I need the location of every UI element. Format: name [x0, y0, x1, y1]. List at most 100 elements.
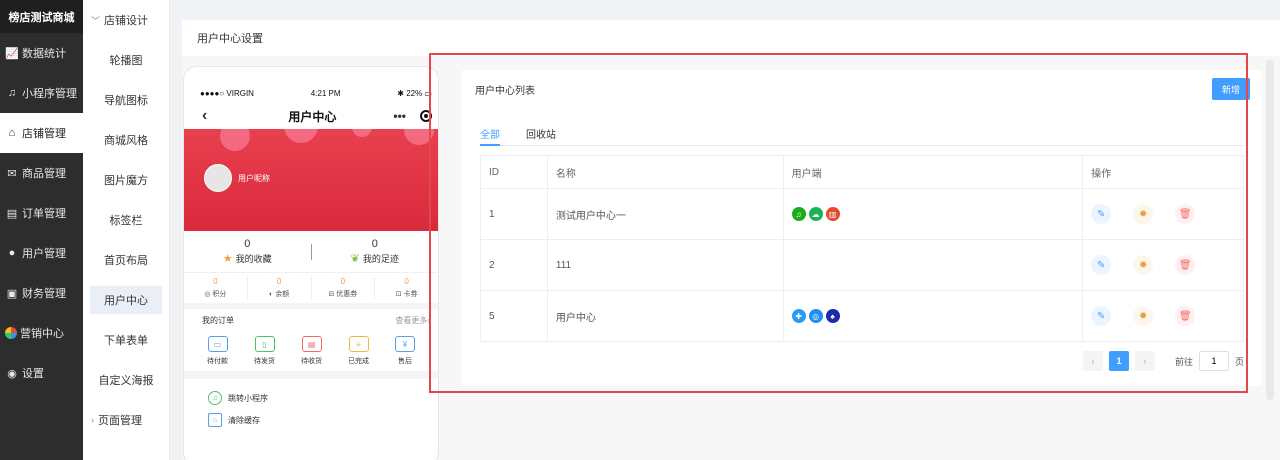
submenu-item-poster[interactable]: 自定义海报: [83, 360, 169, 400]
tab-all[interactable]: 全部: [480, 120, 500, 146]
prev-page-button[interactable]: ‹: [1082, 351, 1103, 371]
phone-status-bar: ●●●●○ VIRGIN 4:21 PM ✱ 22% ▭: [184, 83, 438, 103]
submenu-item-user-center[interactable]: 用户中心: [83, 280, 169, 320]
yen-icon: ¥: [395, 336, 415, 352]
cell-clients: ♫ ☁ ▥: [784, 189, 1084, 239]
nav-item-goods[interactable]: ✉ 商品管理: [0, 153, 83, 193]
miniprogram-icon: ♫: [7, 87, 17, 99]
asset-points[interactable]: 0 ◎ 积分: [184, 277, 248, 299]
phone-preview: ●●●●○ VIRGIN 4:21 PM ✱ 22% ▭ ‹ 用户中心 ••• …: [183, 66, 439, 460]
nav-item-orders[interactable]: ▤ 订单管理: [0, 193, 83, 233]
stat-footprint[interactable]: 0 ❦ 我的足迹: [312, 238, 439, 265]
asset-value: 0: [404, 277, 409, 286]
close-target-icon[interactable]: [419, 110, 432, 122]
order-pending-receipt[interactable]: ▤ 待收货: [301, 336, 322, 366]
submenu-group-pages[interactable]: › 页面管理: [83, 400, 169, 440]
footprint-icon: ❦: [350, 253, 360, 265]
cell-clients: ✚ ◎ ♠: [784, 291, 1084, 341]
delete-button[interactable]: 🗑: [1175, 204, 1196, 224]
submenu-item-banner[interactable]: 轮播图: [83, 40, 169, 80]
settings-button[interactable]: ✹: [1133, 255, 1154, 275]
avatar[interactable]: [204, 164, 232, 192]
tab-recycle-bin[interactable]: 回收站: [526, 120, 556, 145]
nav-item-settings[interactable]: ◉ 设置: [0, 353, 83, 393]
cell-clients: [784, 240, 1084, 290]
brand-name[interactable]: 榜店测试商城: [0, 0, 83, 33]
submenu-item-label: 标签栏: [109, 215, 143, 227]
asset-coupons[interactable]: 0 ⊟ 优惠券: [312, 277, 376, 299]
delete-button[interactable]: 🗑: [1175, 306, 1196, 326]
edit-button[interactable]: ✎: [1091, 204, 1112, 224]
miniprogram-icon: ♫: [791, 207, 806, 221]
nav-label: 设置: [22, 368, 44, 380]
cell-actions: ✎ ✹ 🗑: [1083, 240, 1244, 290]
card-icon: ⊡: [395, 291, 404, 298]
decor-bubble: [284, 129, 318, 143]
settings-icon: ◉: [7, 367, 17, 380]
order-completed[interactable]: ≡ 已完成: [348, 336, 369, 366]
page-number-current[interactable]: 1: [1108, 351, 1129, 371]
order-pending-payment[interactable]: ▭ 待付款: [207, 336, 228, 366]
goto-page-input[interactable]: [1198, 351, 1229, 371]
stat-favorites[interactable]: 0 ★ 我的收藏: [184, 238, 311, 265]
submenu-item-order-form[interactable]: 下单表单: [83, 320, 169, 360]
order-pending-shipment[interactable]: ▯ 待发货: [254, 336, 275, 366]
submenu-group-store-design[interactable]: ﹀ 店铺设计: [83, 0, 169, 40]
settings-button[interactable]: ✹: [1133, 306, 1154, 326]
page-title: 用户中心设置: [197, 33, 263, 45]
edit-button[interactable]: ✎: [1091, 255, 1112, 275]
profile-hero: 用户昵称: [184, 129, 438, 231]
cell-actions: ✎ ✹ 🗑: [1083, 189, 1244, 239]
user-center-table: ID 名称 用户端 操作 1 测试用户中心一 ♫ ☁ ▥ ✎ ✹ 🗑 2 111: [480, 155, 1244, 342]
toutiao-icon: ▥: [825, 207, 840, 221]
orders-title: 我的订单: [202, 315, 234, 325]
nav-label: 财务管理: [22, 288, 66, 300]
page-scrollbar[interactable]: [1266, 60, 1274, 400]
nav-item-marketing[interactable]: 营销中心: [0, 313, 83, 353]
tool-jump-miniprogram[interactable]: ♫ 跳转小程序: [184, 387, 438, 409]
orders-header: 我的订单 查看更多›: [184, 309, 438, 331]
cell-id: 2: [481, 240, 548, 290]
submenu-item-image-cube[interactable]: 图片魔方: [83, 160, 169, 200]
column-header-client: 用户端: [784, 156, 1084, 188]
goto-label: 前往: [1174, 356, 1193, 367]
capsule-menu[interactable]: •••: [393, 109, 432, 123]
order-label: 已完成: [348, 358, 369, 365]
submenu-item-nav-icons[interactable]: 导航图标: [83, 80, 169, 120]
delete-button[interactable]: 🗑: [1175, 255, 1196, 275]
next-page-button[interactable]: ›: [1134, 351, 1155, 371]
orders-more-link[interactable]: 查看更多›: [395, 315, 430, 326]
submenu-item-style[interactable]: 商城风格: [83, 120, 169, 160]
main-sidebar: 榜店测试商城 📈 数据统计 ♫ 小程序管理 ⌂ 店铺管理 ✉ 商品管理 ▤ 订单管理 ● 用…: [0, 0, 83, 460]
cell-name: 用户中心: [548, 291, 784, 341]
add-button[interactable]: 新增: [1212, 78, 1250, 100]
nav-item-stats[interactable]: 📈 数据统计: [0, 33, 83, 73]
nav-item-finance[interactable]: ▣ 财务管理: [0, 273, 83, 313]
submenu-item-home-layout[interactable]: 首页布局: [83, 240, 169, 280]
stat-label: 我的收藏: [235, 254, 272, 264]
asset-cards[interactable]: 0 ⊡ 卡券: [375, 277, 438, 299]
nav-label: 数据统计: [22, 48, 66, 60]
submenu-item-tabbar[interactable]: 标签栏: [83, 200, 169, 240]
back-icon[interactable]: ‹: [202, 107, 207, 125]
submenu-item-label: 首页布局: [104, 255, 148, 267]
alipay-icon: ◎: [808, 309, 823, 323]
order-icon: ▤: [6, 207, 18, 220]
order-after-sales[interactable]: ¥ 售后: [395, 336, 415, 366]
edit-button[interactable]: ✎: [1091, 306, 1112, 326]
chevron-down-icon: ﹀: [91, 15, 101, 26]
nav-item-store[interactable]: ⌂ 店铺管理: [0, 113, 83, 153]
more-dots-icon[interactable]: •••: [393, 109, 406, 123]
pagination: ‹ 1 › 前往 页: [1082, 351, 1244, 371]
table-row: 2 111 ✎ ✹ 🗑: [481, 240, 1244, 291]
order-label: 待发货: [254, 358, 275, 365]
nav-label: 用户管理: [22, 248, 66, 260]
nav-item-miniprogram[interactable]: ♫ 小程序管理: [0, 73, 83, 113]
asset-balance[interactable]: 0 ◐ 余额: [248, 277, 312, 299]
decor-bubble: [404, 129, 434, 145]
nav-item-users[interactable]: ● 用户管理: [0, 233, 83, 273]
stat-label: 我的足迹: [362, 254, 399, 264]
asset-value: 0: [213, 277, 218, 286]
tool-clear-cache[interactable]: ⌂ 清除缓存: [184, 409, 438, 431]
settings-button[interactable]: ✹: [1133, 204, 1154, 224]
